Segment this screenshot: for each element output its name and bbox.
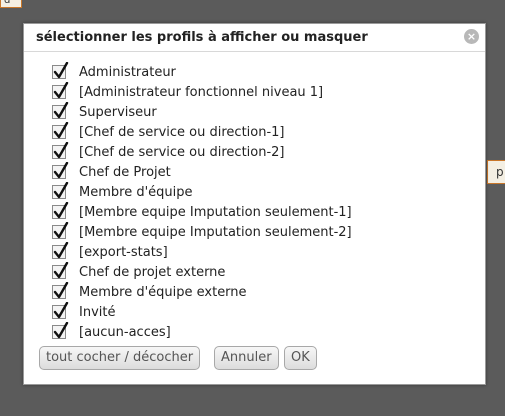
dialog-header: sélectionner les profils à afficher ou m…: [24, 24, 485, 52]
profile-visibility-dialog: sélectionner les profils à afficher ou m…: [23, 23, 486, 385]
checkmark-icon: [53, 62, 69, 79]
profile-label: Membre d'équipe: [79, 184, 193, 200]
profile-row[interactable]: [Administrateur fonctionnel niveau 1]: [52, 82, 352, 102]
ok-button[interactable]: OK: [284, 346, 317, 370]
toggle-all-button[interactable]: tout cocher / décocher: [39, 346, 201, 370]
profile-label: Administrateur: [79, 64, 176, 80]
profile-checkbox[interactable]: [52, 262, 69, 279]
checkmark-icon: [53, 202, 69, 219]
profile-checkbox[interactable]: [52, 102, 69, 119]
profile-checkbox[interactable]: [52, 302, 69, 319]
checkmark-icon: [53, 242, 69, 259]
checkmark-icon: [53, 122, 69, 139]
profile-row[interactable]: Chef de Projet: [52, 162, 352, 182]
profile-row[interactable]: Superviseur: [52, 102, 352, 122]
profile-row[interactable]: [aucun-acces]: [52, 322, 352, 342]
profile-label: [export-stats]: [79, 244, 168, 260]
profile-row[interactable]: Invité: [52, 302, 352, 322]
profile-label: [Membre equipe Imputation seulement-1]: [79, 204, 352, 220]
profile-label: Membre d'équipe externe: [79, 284, 247, 300]
profile-label: [Administrateur fonctionnel niveau 1]: [79, 84, 324, 100]
profile-checkbox[interactable]: [52, 222, 69, 239]
background-field-fragment: p: [487, 160, 505, 184]
checkmark-icon: [53, 142, 69, 159]
close-icon[interactable]: ×: [464, 29, 479, 44]
profile-row[interactable]: [Chef de service ou direction-1]: [52, 122, 352, 142]
profile-label: [Chef de service ou direction-1]: [79, 124, 285, 140]
background-field-fragment: d: [0, 0, 22, 8]
checkmark-icon: [53, 262, 69, 279]
profile-checkbox[interactable]: [52, 162, 69, 179]
profile-checkbox[interactable]: [52, 242, 69, 259]
checkmark-icon: [53, 282, 69, 299]
profile-label: [aucun-acces]: [79, 324, 171, 340]
profile-checkbox[interactable]: [52, 62, 69, 79]
profile-checkbox[interactable]: [52, 202, 69, 219]
profile-row[interactable]: [Membre equipe Imputation seulement-2]: [52, 222, 352, 242]
checkmark-icon: [53, 222, 69, 239]
profile-label: [Membre equipe Imputation seulement-2]: [79, 224, 352, 240]
profile-list: Administrateur [Administrateur fonctionn…: [52, 62, 352, 342]
profile-checkbox[interactable]: [52, 122, 69, 139]
cancel-button[interactable]: Annuler: [214, 346, 279, 370]
profile-checkbox[interactable]: [52, 182, 69, 199]
profile-label: Superviseur: [79, 104, 157, 120]
profile-label: [Chef de service ou direction-2]: [79, 144, 285, 160]
profile-label: Chef de projet externe: [79, 264, 226, 280]
checkmark-icon: [53, 302, 69, 319]
profile-checkbox[interactable]: [52, 322, 69, 339]
profile-row[interactable]: Membre d'équipe externe: [52, 282, 352, 302]
profile-row[interactable]: [Membre equipe Imputation seulement-1]: [52, 202, 352, 222]
checkmark-icon: [53, 162, 69, 179]
profile-row[interactable]: Administrateur: [52, 62, 352, 82]
profile-checkbox[interactable]: [52, 282, 69, 299]
profile-label: Invité: [79, 304, 116, 320]
checkmark-icon: [53, 82, 69, 99]
checkmark-icon: [53, 102, 69, 119]
profile-row[interactable]: [Chef de service ou direction-2]: [52, 142, 352, 162]
profile-checkbox[interactable]: [52, 82, 69, 99]
profile-row[interactable]: Membre d'équipe: [52, 182, 352, 202]
checkmark-icon: [53, 182, 69, 199]
profile-checkbox[interactable]: [52, 142, 69, 159]
profile-row[interactable]: Chef de projet externe: [52, 262, 352, 282]
checkmark-icon: [53, 322, 69, 339]
profile-label: Chef de Projet: [79, 164, 171, 180]
dialog-title: sélectionner les profils à afficher ou m…: [36, 30, 368, 45]
profile-row[interactable]: [export-stats]: [52, 242, 352, 262]
